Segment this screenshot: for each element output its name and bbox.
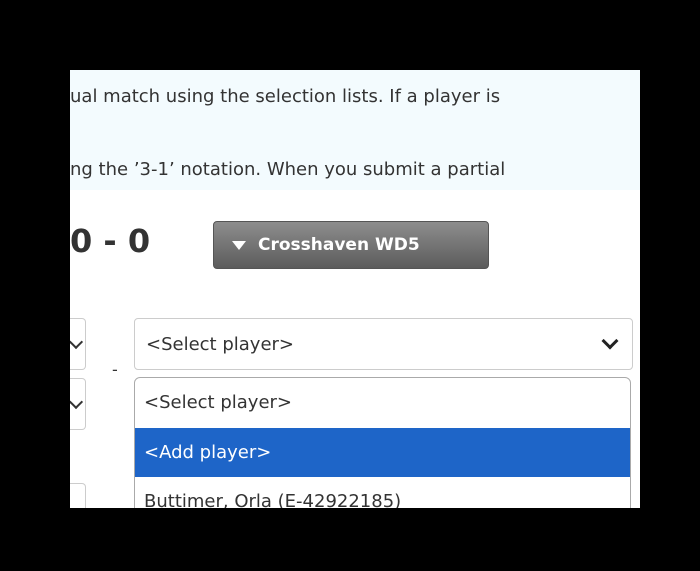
chevron-down-icon	[601, 332, 619, 350]
team-select-button[interactable]: Crosshaven WD5	[213, 221, 489, 269]
instruction-line-1: ual match using the selection lists. If …	[70, 86, 501, 107]
info-panel: ual match using the selection lists. If …	[70, 70, 640, 190]
selected-player-value: <Select player>	[146, 333, 294, 355]
team-button-label: Crosshaven WD5	[258, 235, 420, 255]
option-player[interactable]: Buttimer, Orla (E-42922185)	[135, 477, 630, 508]
instruction-line-2: ng the ’3-1’ notation. When you submit a…	[70, 159, 506, 180]
versus-separator: -	[112, 360, 118, 379]
player-dropdown-list: <Select player> <Add player> Buttimer, O…	[134, 377, 631, 508]
option-add-player[interactable]: <Add player>	[135, 428, 630, 477]
chevron-down-icon	[70, 334, 84, 350]
chevron-down-icon	[70, 394, 84, 410]
home-player-select-3[interactable]	[70, 483, 86, 508]
caret-down-icon	[232, 240, 246, 250]
away-player-select[interactable]: <Select player>	[134, 318, 633, 370]
option-select-player[interactable]: <Select player>	[135, 378, 630, 428]
page-viewport: ual match using the selection lists. If …	[70, 70, 640, 508]
home-player-select[interactable]	[70, 318, 86, 370]
home-player-select-2[interactable]	[70, 378, 86, 430]
match-score: 0 - 0	[70, 222, 151, 260]
